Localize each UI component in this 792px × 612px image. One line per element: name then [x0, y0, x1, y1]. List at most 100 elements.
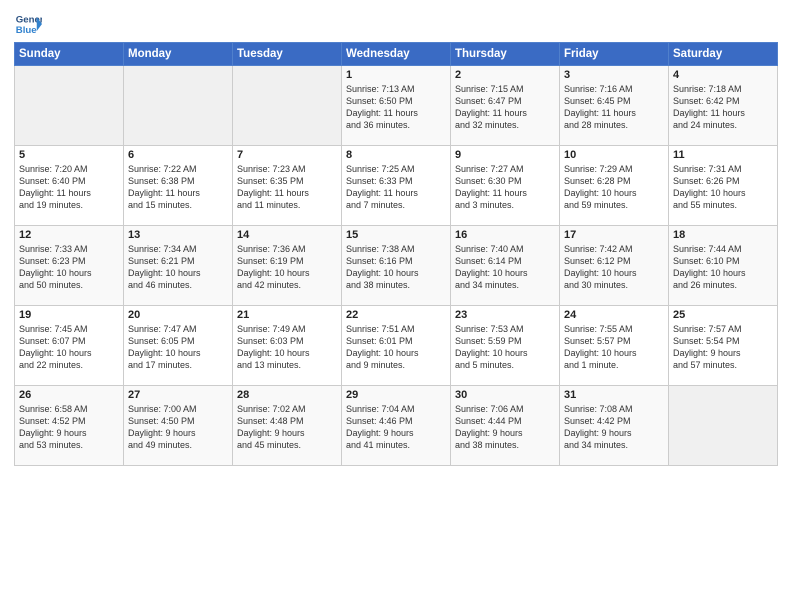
day-info: Sunrise: 7:42 AM Sunset: 6:12 PM Dayligh… — [564, 243, 664, 292]
day-info: Sunrise: 7:51 AM Sunset: 6:01 PM Dayligh… — [346, 323, 446, 372]
day-number: 14 — [237, 229, 337, 241]
day-info: Sunrise: 7:44 AM Sunset: 6:10 PM Dayligh… — [673, 243, 773, 292]
header-row: SundayMondayTuesdayWednesdayThursdayFrid… — [15, 43, 778, 66]
day-number: 31 — [564, 389, 664, 401]
day-cell — [15, 66, 124, 146]
day-info: Sunrise: 7:36 AM Sunset: 6:19 PM Dayligh… — [237, 243, 337, 292]
weekday-header-wednesday: Wednesday — [342, 43, 451, 66]
day-cell: 20 Sunrise: 7:47 AM Sunset: 6:05 PM Dayli… — [124, 306, 233, 386]
logo-icon: General Blue — [14, 10, 42, 38]
day-info: Sunrise: 7:57 AM Sunset: 5:54 PM Dayligh… — [673, 323, 773, 372]
day-cell: 25 Sunrise: 7:57 AM Sunset: 5:54 PM Dayli… — [669, 306, 778, 386]
day-cell: 22 Sunrise: 7:51 AM Sunset: 6:01 PM Dayli… — [342, 306, 451, 386]
day-cell: 28 Sunrise: 7:02 AM Sunset: 4:48 PM Dayli… — [233, 386, 342, 466]
day-info: Sunrise: 7:53 AM Sunset: 5:59 PM Dayligh… — [455, 323, 555, 372]
day-info: Sunrise: 7:27 AM Sunset: 6:30 PM Dayligh… — [455, 163, 555, 212]
day-cell: 4 Sunrise: 7:18 AM Sunset: 6:42 PM Daylig… — [669, 66, 778, 146]
day-number: 13 — [128, 229, 228, 241]
day-info: Sunrise: 7:49 AM Sunset: 6:03 PM Dayligh… — [237, 323, 337, 372]
day-number: 3 — [564, 69, 664, 81]
day-number: 1 — [346, 69, 446, 81]
day-number: 24 — [564, 309, 664, 321]
day-info: Sunrise: 7:08 AM Sunset: 4:42 PM Dayligh… — [564, 403, 664, 452]
day-number: 25 — [673, 309, 773, 321]
weekday-header-tuesday: Tuesday — [233, 43, 342, 66]
day-cell: 10Sunrise: 7:29 AM Sunset: 6:28 PM Dayli… — [560, 146, 669, 226]
day-info: Sunrise: 7:02 AM Sunset: 4:48 PM Dayligh… — [237, 403, 337, 452]
day-number: 6 — [128, 149, 228, 161]
weekday-header-thursday: Thursday — [451, 43, 560, 66]
day-info: Sunrise: 7:22 AM Sunset: 6:38 PM Dayligh… — [128, 163, 228, 212]
day-number: 2 — [455, 69, 555, 81]
day-cell: 7 Sunrise: 7:23 AM Sunset: 6:35 PM Daylig… — [233, 146, 342, 226]
day-info: Sunrise: 7:25 AM Sunset: 6:33 PM Dayligh… — [346, 163, 446, 212]
day-cell: 31 Sunrise: 7:08 AM Sunset: 4:42 PM Dayli… — [560, 386, 669, 466]
day-info: Sunrise: 7:31 AM Sunset: 6:26 PM Dayligh… — [673, 163, 773, 212]
day-info: Sunrise: 7:23 AM Sunset: 6:35 PM Dayligh… — [237, 163, 337, 212]
day-number: 19 — [19, 309, 119, 321]
svg-text:Blue: Blue — [16, 25, 37, 36]
day-info: Sunrise: 7:13 AM Sunset: 6:50 PM Dayligh… — [346, 83, 446, 132]
day-cell: 17 Sunrise: 7:42 AM Sunset: 6:12 PM Dayli… — [560, 226, 669, 306]
day-cell: 29 Sunrise: 7:04 AM Sunset: 4:46 PM Dayli… — [342, 386, 451, 466]
day-number: 28 — [237, 389, 337, 401]
day-number: 12 — [19, 229, 119, 241]
day-info: Sunrise: 7:55 AM Sunset: 5:57 PM Dayligh… — [564, 323, 664, 372]
day-info: Sunrise: 7:47 AM Sunset: 6:05 PM Dayligh… — [128, 323, 228, 372]
day-number: 21 — [237, 309, 337, 321]
day-cell: 16 Sunrise: 7:40 AM Sunset: 6:14 PM Dayli… — [451, 226, 560, 306]
day-cell: 1 Sunrise: 7:13 AM Sunset: 6:50 PM Daylig… — [342, 66, 451, 146]
week-row-1: 1 Sunrise: 7:13 AM Sunset: 6:50 PM Daylig… — [15, 66, 778, 146]
day-cell — [669, 386, 778, 466]
day-number: 17 — [564, 229, 664, 241]
day-info: Sunrise: 7:16 AM Sunset: 6:45 PM Dayligh… — [564, 83, 664, 132]
logo: General Blue — [14, 10, 42, 38]
calendar-table: SundayMondayTuesdayWednesdayThursdayFrid… — [14, 42, 778, 466]
day-cell: 30Sunrise: 7:06 AM Sunset: 4:44 PM Dayli… — [451, 386, 560, 466]
day-number: 5 — [19, 149, 119, 161]
weekday-header-friday: Friday — [560, 43, 669, 66]
day-number: 29 — [346, 389, 446, 401]
day-info: Sunrise: 7:34 AM Sunset: 6:21 PM Dayligh… — [128, 243, 228, 292]
day-cell: 5 Sunrise: 7:20 AM Sunset: 6:40 PM Daylig… — [15, 146, 124, 226]
day-info: Sunrise: 7:00 AM Sunset: 4:50 PM Dayligh… — [128, 403, 228, 452]
week-row-3: 12Sunrise: 7:33 AM Sunset: 6:23 PM Dayli… — [15, 226, 778, 306]
day-number: 22 — [346, 309, 446, 321]
day-cell: 2 Sunrise: 7:15 AM Sunset: 6:47 PM Daylig… — [451, 66, 560, 146]
day-info: Sunrise: 7:40 AM Sunset: 6:14 PM Dayligh… — [455, 243, 555, 292]
day-number: 26 — [19, 389, 119, 401]
day-number: 8 — [346, 149, 446, 161]
day-info: Sunrise: 7:04 AM Sunset: 4:46 PM Dayligh… — [346, 403, 446, 452]
day-cell: 14 Sunrise: 7:36 AM Sunset: 6:19 PM Dayli… — [233, 226, 342, 306]
day-cell: 19 Sunrise: 7:45 AM Sunset: 6:07 PM Dayli… — [15, 306, 124, 386]
day-number: 30 — [455, 389, 555, 401]
day-info: Sunrise: 7:15 AM Sunset: 6:47 PM Dayligh… — [455, 83, 555, 132]
day-number: 20 — [128, 309, 228, 321]
day-cell: 27 Sunrise: 7:00 AM Sunset: 4:50 PM Dayli… — [124, 386, 233, 466]
weekday-header-saturday: Saturday — [669, 43, 778, 66]
day-cell: 24 Sunrise: 7:55 AM Sunset: 5:57 PM Dayli… — [560, 306, 669, 386]
day-cell: 18Sunrise: 7:44 AM Sunset: 6:10 PM Dayli… — [669, 226, 778, 306]
day-cell: 23Sunrise: 7:53 AM Sunset: 5:59 PM Dayli… — [451, 306, 560, 386]
week-row-4: 19 Sunrise: 7:45 AM Sunset: 6:07 PM Dayli… — [15, 306, 778, 386]
day-info: Sunrise: 7:45 AM Sunset: 6:07 PM Dayligh… — [19, 323, 119, 372]
day-info: Sunrise: 7:38 AM Sunset: 6:16 PM Dayligh… — [346, 243, 446, 292]
day-info: Sunrise: 7:18 AM Sunset: 6:42 PM Dayligh… — [673, 83, 773, 132]
header: General Blue — [14, 10, 778, 38]
day-number: 4 — [673, 69, 773, 81]
day-info: Sunrise: 6:58 AM Sunset: 4:52 PM Dayligh… — [19, 403, 119, 452]
day-number: 10 — [564, 149, 664, 161]
day-cell: 3 Sunrise: 7:16 AM Sunset: 6:45 PM Daylig… — [560, 66, 669, 146]
day-cell: 11Sunrise: 7:31 AM Sunset: 6:26 PM Dayli… — [669, 146, 778, 226]
day-cell — [124, 66, 233, 146]
weekday-header-sunday: Sunday — [15, 43, 124, 66]
day-number: 9 — [455, 149, 555, 161]
weekday-header-monday: Monday — [124, 43, 233, 66]
day-cell — [233, 66, 342, 146]
day-info: Sunrise: 7:20 AM Sunset: 6:40 PM Dayligh… — [19, 163, 119, 212]
day-cell: 12Sunrise: 7:33 AM Sunset: 6:23 PM Dayli… — [15, 226, 124, 306]
day-number: 27 — [128, 389, 228, 401]
day-number: 7 — [237, 149, 337, 161]
day-cell: 13 Sunrise: 7:34 AM Sunset: 6:21 PM Dayli… — [124, 226, 233, 306]
day-number: 16 — [455, 229, 555, 241]
